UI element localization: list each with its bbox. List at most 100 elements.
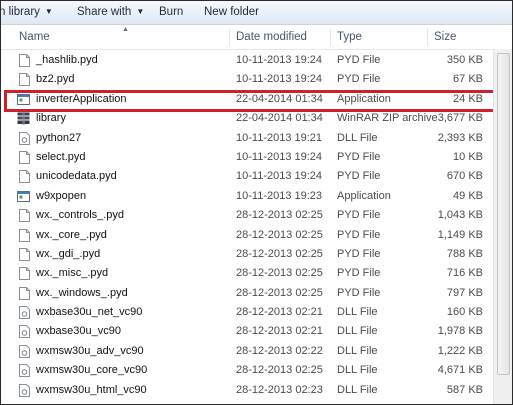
file-icon	[19, 247, 30, 261]
dll-icon	[19, 344, 30, 358]
file-icon	[19, 228, 30, 242]
file-row[interactable]: library 22-04-2014 01:34 WinRAR ZIP arch…	[1, 109, 494, 128]
file-type: DLL File	[337, 344, 378, 357]
application-icon	[17, 190, 30, 202]
dll-icon	[19, 325, 30, 339]
file-name: wx._misc_.pyd	[36, 267, 109, 280]
file-name: bz2.pyd	[36, 73, 75, 86]
file-row[interactable]: _hashlib.pyd 10-11-2013 19:24 PYD File 3…	[1, 51, 494, 70]
file-type: PYD File	[337, 209, 381, 222]
file-icon	[19, 286, 30, 300]
file-size: 3,677 KB	[437, 112, 483, 125]
file-row[interactable]: w9xpopen 10-11-2013 19:23 Application 49…	[1, 187, 494, 206]
dll-icon	[19, 131, 30, 145]
file-icon	[19, 54, 30, 67]
file-type: PYD File	[337, 247, 381, 260]
file-type: DLL File	[337, 364, 378, 377]
column-size-label: Size	[434, 31, 457, 43]
file-name: wxbase30u_vc90	[36, 325, 122, 338]
file-type: DLL File	[337, 306, 378, 319]
file-row[interactable]: bz2.pyd 10-11-2013 19:24 PYD File 67 KB	[1, 70, 494, 89]
column-size[interactable]: Size	[428, 25, 494, 49]
dll-icon	[19, 364, 30, 378]
file-row[interactable]: wxmsw30u_core_vc90 28-12-2013 02:25 DLL …	[1, 361, 494, 380]
file-row[interactable]: python27 10-11-2013 19:21 DLL File 2,393…	[1, 129, 494, 148]
file-row[interactable]: wx._windows_.pyd 28-12-2013 02:25 PYD Fi…	[1, 284, 494, 303]
file-name: w9xpopen	[36, 189, 87, 202]
file-size: 1,978 KB	[437, 325, 483, 338]
burn-button[interactable]: Burn	[159, 6, 183, 18]
file-row[interactable]: wxmsw30u_html_vc90 28-12-2013 02:23 DLL …	[1, 381, 494, 400]
file-type: WinRAR ZIP archive	[337, 112, 438, 125]
dll-icon	[19, 383, 30, 397]
chevron-down-icon: ▼	[136, 7, 145, 16]
share-with-button[interactable]: Share with ▼	[77, 6, 144, 18]
file-type: PYD File	[337, 54, 381, 66]
file-row[interactable]: unicodedata.pyd 10-11-2013 19:24 PYD Fil…	[1, 167, 494, 186]
file-type: Application	[337, 189, 391, 202]
file-date: 10-11-2013 19:23	[236, 189, 323, 202]
include-in-library-button[interactable]: n library ▼	[0, 6, 53, 18]
file-type: DLL File	[337, 383, 378, 396]
column-name[interactable]: Name	[13, 25, 228, 49]
file-row[interactable]: wx._core_.pyd 28-12-2013 02:25 PYD File …	[1, 226, 494, 245]
file-type: PYD File	[337, 228, 381, 241]
column-header: Name ▲ Date modified Type Size	[1, 25, 512, 50]
file-name: python27	[36, 131, 82, 144]
file-size: 1,222 KB	[437, 344, 483, 357]
highlight-box	[4, 90, 507, 112]
new-folder-button[interactable]: New folder	[204, 6, 259, 18]
dll-icon	[19, 306, 30, 320]
file-date: 28-12-2013 02:25	[236, 247, 323, 260]
file-name: wx._controls_.pyd	[36, 209, 125, 222]
share-with-label: Share with	[77, 6, 132, 18]
file-name: wxbase30u_net_vc90	[36, 306, 143, 319]
file-size: 587 KB	[446, 383, 483, 396]
command-bar: n library ▼ Share with ▼ Burn New folder	[1, 1, 512, 25]
column-date-modified[interactable]: Date modified	[230, 25, 330, 49]
include-in-library-label: n library	[0, 6, 40, 18]
file-icon	[19, 209, 30, 223]
file-size: 160 KB	[446, 306, 483, 319]
file-name: _hashlib.pyd	[36, 54, 98, 66]
file-row[interactable]: wxbase30u_net_vc90 28-12-2013 02:21 DLL …	[1, 303, 494, 322]
file-date: 28-12-2013 02:25	[236, 267, 323, 280]
file-name: wx._core_.pyd	[36, 228, 107, 241]
chevron-down-icon: ▼	[44, 7, 53, 16]
file-date: 10-11-2013 19:24	[236, 54, 323, 66]
file-name: wx._windows_.pyd	[36, 286, 128, 299]
file-date: 10-11-2013 19:24	[236, 150, 323, 163]
sort-ascending-icon: ▲	[122, 26, 129, 33]
file-date: 22-04-2014 01:34	[236, 112, 323, 125]
column-type[interactable]: Type	[331, 25, 427, 49]
vertical-scrollbar[interactable]	[493, 49, 512, 404]
file-date: 28-12-2013 02:22	[236, 344, 323, 357]
file-type: DLL File	[337, 131, 378, 144]
file-date: 10-11-2013 19:21	[236, 131, 323, 144]
file-date: 28-12-2013 02:21	[236, 306, 323, 319]
column-type-label: Type	[337, 31, 362, 43]
file-date: 28-12-2013 02:25	[236, 364, 323, 377]
file-date: 10-11-2013 19:24	[236, 73, 323, 86]
scrollbar-thumb[interactable]	[497, 53, 510, 375]
file-name: wxmsw30u_html_vc90	[36, 383, 147, 396]
file-size: 10 KB	[453, 150, 483, 163]
file-row[interactable]: select.pyd 10-11-2013 19:24 PYD File 10 …	[1, 148, 494, 167]
file-icon	[19, 170, 30, 184]
file-size: 1,043 KB	[437, 209, 483, 222]
file-row[interactable]: wxbase30u_vc90 28-12-2013 02:21 DLL File…	[1, 322, 494, 341]
file-date: 28-12-2013 02:23	[236, 383, 323, 396]
file-size: 797 KB	[446, 286, 483, 299]
file-row[interactable]: wxmsw30u_adv_vc90 28-12-2013 02:22 DLL F…	[1, 342, 494, 361]
column-date-label: Date modified	[236, 31, 307, 43]
file-row[interactable]: wx._gdi_.pyd 28-12-2013 02:25 PYD File 7…	[1, 245, 494, 264]
file-row[interactable]: wx._controls_.pyd 28-12-2013 02:25 PYD F…	[1, 206, 494, 225]
file-size: 67 KB	[453, 73, 483, 86]
file-type: PYD File	[337, 170, 381, 183]
file-size: 670 KB	[446, 170, 483, 183]
file-row[interactable]: wx._misc_.pyd 28-12-2013 02:25 PYD File …	[1, 264, 494, 283]
file-size: 716 KB	[446, 267, 483, 280]
file-type: DLL File	[337, 325, 378, 338]
file-size: 4,671 KB	[437, 364, 483, 377]
file-date: 10-11-2013 19:24	[236, 170, 323, 183]
